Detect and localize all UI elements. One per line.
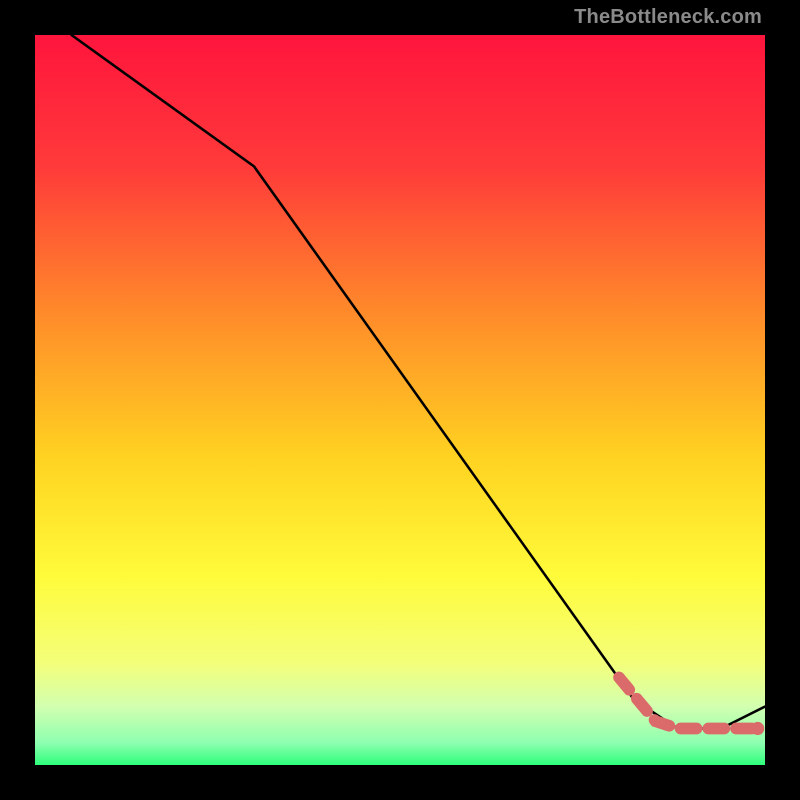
curve-line (72, 35, 766, 729)
plot-svg (35, 35, 765, 765)
end-dot (751, 722, 764, 735)
plot-area (35, 35, 765, 765)
chart-frame: TheBottleneck.com (0, 0, 800, 800)
watermark-label: TheBottleneck.com (574, 6, 762, 29)
